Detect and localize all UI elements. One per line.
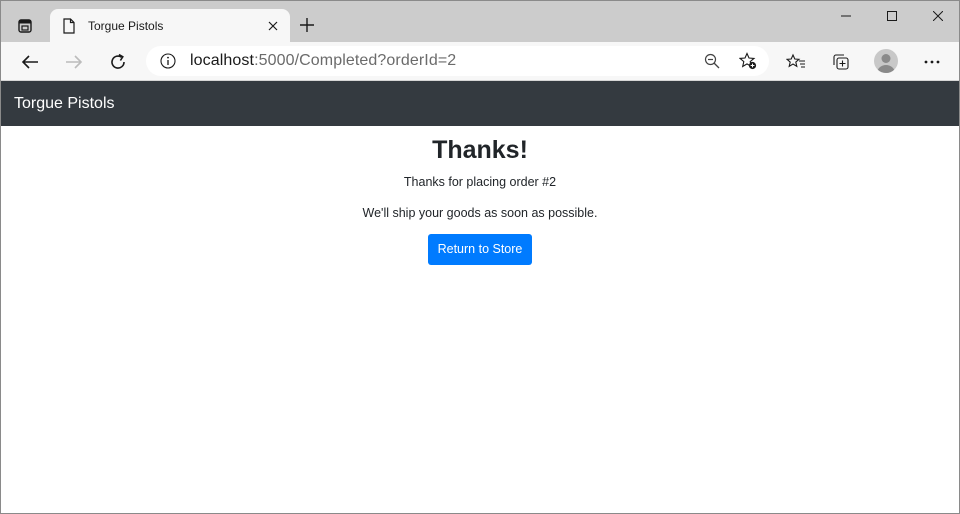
back-arrow-icon[interactable] xyxy=(16,48,44,76)
page-title: Thanks! xyxy=(432,136,528,164)
site-brand-link[interactable]: Torgue Pistols xyxy=(14,95,115,113)
minimize-icon[interactable] xyxy=(823,1,869,31)
url-path: :5000/Completed?orderId=2 xyxy=(254,52,457,69)
favorites-icon[interactable] xyxy=(782,48,810,76)
site-navbar: Torgue Pistols xyxy=(1,81,959,126)
tab-actions-icon[interactable] xyxy=(13,14,37,38)
plus-icon[interactable] xyxy=(295,13,319,37)
url-host: localhost xyxy=(190,52,255,69)
tab-title: Torgue Pistols xyxy=(88,19,164,33)
order-completed-panel: Thanks! Thanks for placing order #2 We'l… xyxy=(1,126,959,265)
maximize-icon[interactable] xyxy=(869,1,915,31)
more-icon[interactable] xyxy=(918,48,946,76)
shipping-message-text: We'll ship your goods as soon as possibl… xyxy=(362,206,598,220)
browser-toolbar: localhost:5000/Completed?orderId=2 xyxy=(1,42,959,81)
avatar[interactable] xyxy=(874,49,898,73)
close-icon[interactable] xyxy=(262,15,284,37)
url-text[interactable]: localhost:5000/Completed?orderId=2 xyxy=(190,52,456,70)
info-icon[interactable] xyxy=(159,52,177,70)
close-icon[interactable] xyxy=(915,1,959,31)
zoom-out-icon[interactable] xyxy=(702,51,722,71)
page-icon xyxy=(62,18,78,34)
refresh-icon[interactable] xyxy=(104,48,132,76)
collections-icon[interactable] xyxy=(827,48,855,76)
tab-strip: Torgue Pistols xyxy=(1,1,959,43)
tab-torgue-pistols[interactable]: Torgue Pistols xyxy=(50,9,290,43)
forward-arrow-icon[interactable] xyxy=(60,48,88,76)
browser-window: Torgue Pistols localhost:5000/Completed?… xyxy=(0,0,960,514)
address-bar[interactable]: localhost:5000/Completed?orderId=2 xyxy=(146,46,769,76)
star-add-icon[interactable] xyxy=(738,51,758,71)
order-confirmation-text: Thanks for placing order #2 xyxy=(403,175,557,189)
return-to-store-button[interactable]: Return to Store xyxy=(427,234,533,265)
